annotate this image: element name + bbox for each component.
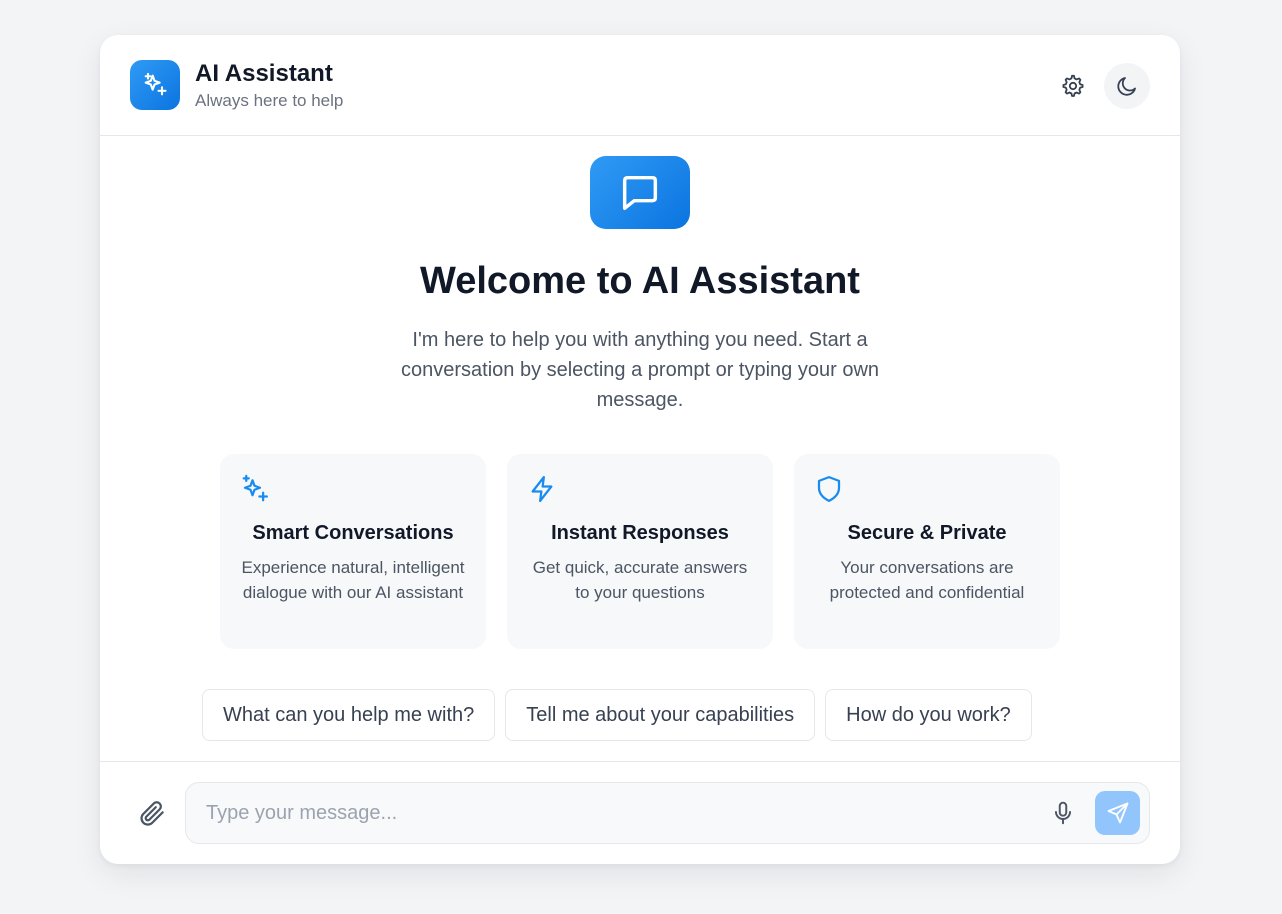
feature-card-instant-responses: Instant Responses Get quick, accurate an… xyxy=(507,454,773,649)
sparkles-icon xyxy=(144,72,167,96)
feature-title: Secure & Private xyxy=(847,522,1007,544)
prompt-capabilities[interactable]: Tell me about your capabilities xyxy=(505,689,816,741)
paperclip-icon[interactable] xyxy=(137,798,167,828)
send-icon xyxy=(1107,802,1128,824)
feature-title: Smart Conversations xyxy=(252,522,454,544)
feature-cards: Smart Conversations Experience natural, … xyxy=(220,454,1060,649)
shield-icon xyxy=(817,476,841,502)
chat-window: AI Assistant Always here to help Welcome… xyxy=(100,35,1180,864)
prompt-how-work[interactable]: How do you work? xyxy=(825,689,1032,741)
composer-bar xyxy=(100,761,1180,864)
feature-description: Your conversations are protected and con… xyxy=(829,558,1025,602)
send-button[interactable] xyxy=(1095,791,1140,835)
feature-card-smart-conversations: Smart Conversations Experience natural, … xyxy=(220,454,486,649)
prompt-help-with[interactable]: What can you help me with? xyxy=(202,689,496,741)
welcome-badge xyxy=(590,156,690,229)
welcome-title: Welcome to AI Assistant xyxy=(420,260,860,302)
app-logo xyxy=(130,60,180,110)
message-input[interactable] xyxy=(206,783,1026,843)
lightning-icon xyxy=(531,476,553,502)
message-input-container xyxy=(185,782,1150,844)
header-actions xyxy=(1050,63,1150,109)
sparkles-icon xyxy=(242,474,268,502)
header-text: AI Assistant Always here to help xyxy=(195,60,343,111)
app-header: AI Assistant Always here to help xyxy=(100,35,1180,136)
moon-icon xyxy=(1117,77,1136,96)
welcome-description: I'm here to help you with anything you n… xyxy=(400,329,880,411)
feature-description: Experience natural, intelligent dialogue… xyxy=(241,558,465,602)
suggested-prompts: What can you help me with? Tell me about… xyxy=(202,689,1042,741)
settings-button[interactable] xyxy=(1050,63,1096,109)
app-subtitle: Always here to help xyxy=(195,90,344,110)
feature-card-secure-private: Secure & Private Your conversations are … xyxy=(794,454,1060,649)
chat-bubble-icon xyxy=(622,175,658,210)
microphone-icon[interactable] xyxy=(1050,800,1076,826)
feature-description: Get quick, accurate answers to your ques… xyxy=(532,558,748,602)
gear-icon xyxy=(1062,74,1084,97)
feature-title: Instant Responses xyxy=(551,522,729,544)
theme-toggle-button[interactable] xyxy=(1104,63,1150,109)
app-title: AI Assistant xyxy=(195,59,333,87)
welcome-panel: Welcome to AI Assistant I'm here to help… xyxy=(100,136,1180,761)
